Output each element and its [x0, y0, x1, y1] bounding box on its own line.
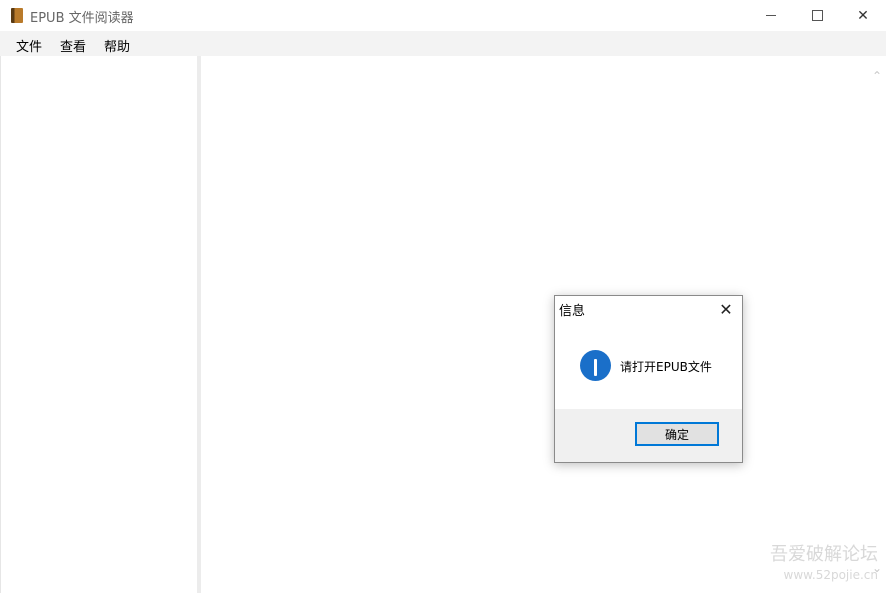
maximize-button[interactable] [794, 0, 840, 31]
close-icon: ✕ [719, 299, 733, 319]
book-icon [11, 8, 23, 23]
info-icon [580, 350, 611, 381]
ok-button[interactable]: 确定 [635, 422, 719, 446]
info-icon-bar [594, 358, 597, 376]
menu-file[interactable]: 文件 [16, 36, 42, 55]
maximize-icon [811, 10, 823, 21]
minimize-button[interactable] [748, 0, 794, 31]
scroll-up-icon[interactable]: ⌃ [871, 70, 883, 82]
dialog-close-button[interactable]: ✕ [715, 298, 737, 320]
title-bar: EPUB 文件阅读器 ✕ [0, 0, 886, 31]
info-dialog: 信息 ✕ 请打开EPUB文件 确定 [554, 295, 743, 463]
menu-bar: 文件 查看 帮助 [0, 31, 886, 56]
watermark: 吾爱破解论坛 www.52pojie.cn [758, 545, 878, 585]
watermark-line2: www.52pojie.cn [783, 568, 878, 582]
menu-view[interactable]: 查看 [60, 36, 86, 55]
watermark-line1: 吾爱破解论坛 [770, 544, 878, 565]
main-window: EPUB 文件阅读器 ✕ 文件 查看 帮助 ⌃ ⌄ 吾爱破解论坛 www.52p… [0, 0, 886, 593]
menu-help[interactable]: 帮助 [104, 36, 130, 55]
dialog-title: 信息 [559, 304, 586, 319]
vertical-scrollbar[interactable]: ⌃ ⌄ [868, 56, 886, 593]
content-pane[interactable] [201, 56, 868, 593]
dialog-footer: 确定 [555, 409, 742, 462]
window-title: EPUB 文件阅读器 [30, 11, 134, 26]
close-button[interactable]: ✕ [840, 0, 886, 31]
minimize-icon [766, 15, 776, 16]
close-icon: ✕ [857, 7, 869, 24]
dialog-message: 请打开EPUB文件 [620, 360, 712, 374]
toc-pane[interactable] [0, 56, 198, 593]
